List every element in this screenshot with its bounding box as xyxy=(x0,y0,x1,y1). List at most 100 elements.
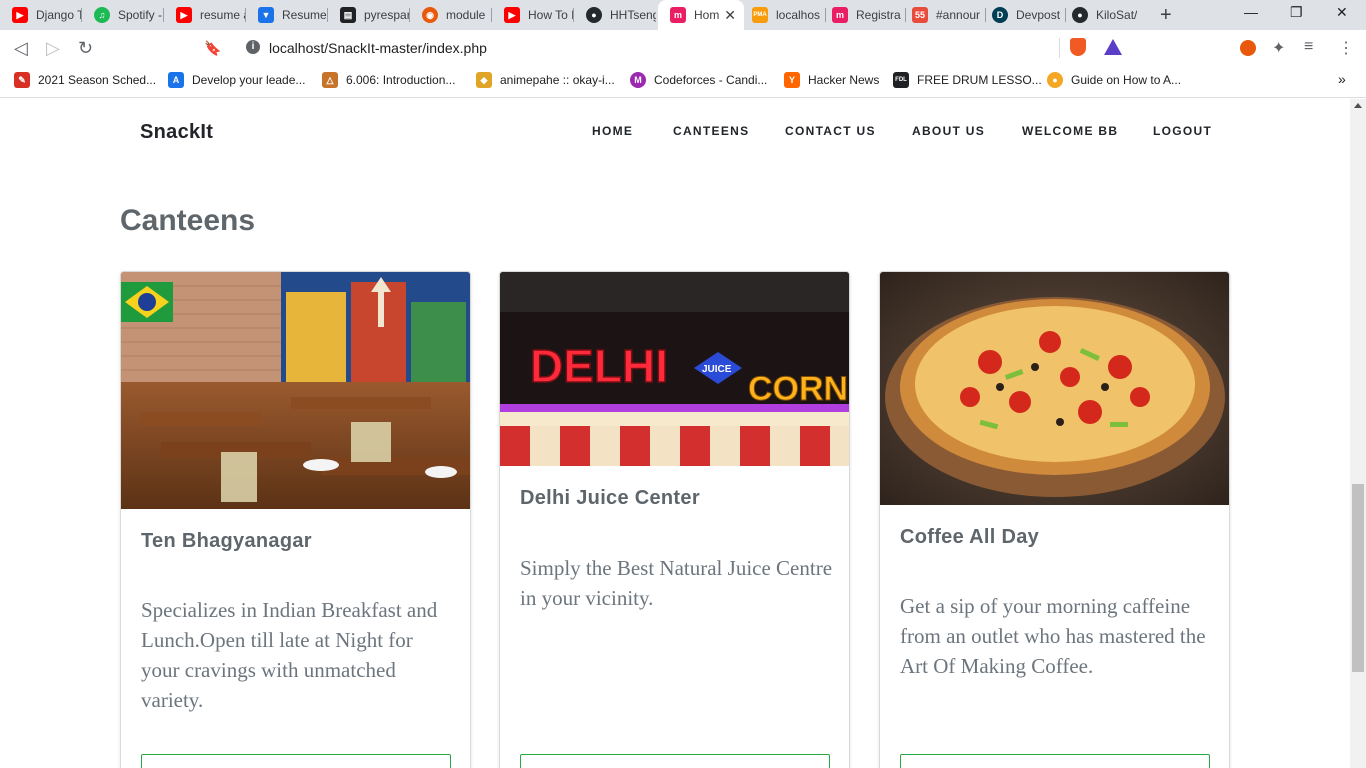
minimize-button[interactable]: — xyxy=(1244,4,1258,20)
extensions-icon[interactable]: ✦ xyxy=(1272,38,1285,58)
canteen-name: Delhi Juice Center xyxy=(520,487,700,509)
close-window-button[interactable]: ✕ xyxy=(1336,4,1348,21)
bookmark-favicon-icon: ✎ xyxy=(14,72,30,88)
page-scrollbar[interactable] xyxy=(1350,99,1366,768)
brave-rewards-icon[interactable] xyxy=(1104,39,1122,55)
url-text[interactable]: localhost/SnackIt-master/index.php xyxy=(269,40,487,56)
page-viewport: SnackIt HOME CANTEENS CONTACT US ABOUT U… xyxy=(0,99,1350,768)
browser-tab[interactable]: ▶ Django T xyxy=(0,0,82,30)
bookmark-item[interactable]: ● Guide on How to A... xyxy=(1047,72,1181,88)
youtube-icon: ▶ xyxy=(504,7,520,23)
canteen-name: Ten Bhagyanagar xyxy=(141,530,312,552)
bookmark-favicon-icon: Y xyxy=(784,72,800,88)
tab-title: Resume xyxy=(282,8,327,22)
site-navbar: SnackIt HOME CANTEENS CONTACT US ABOUT U… xyxy=(0,99,1350,163)
view-canteen-button[interactable] xyxy=(520,754,830,768)
bookmark-item[interactable]: ◆ animepahe :: okay-i... xyxy=(476,72,615,88)
bookmark-label: animepahe :: okay-i... xyxy=(500,73,615,87)
bookmark-icon[interactable]: 🔖 xyxy=(204,40,221,57)
tab-title: How To I xyxy=(528,8,574,22)
github-icon: ● xyxy=(586,7,602,23)
address-bar[interactable]: i localhost/SnackIt-master/index.php xyxy=(234,34,1132,62)
browser-tab[interactable]: m Registra xyxy=(826,0,906,30)
bookmark-item[interactable]: △ 6.006: Introduction... xyxy=(322,72,455,88)
browser-tab[interactable]: ● HHTseng xyxy=(574,0,656,30)
bookmarks-bar: ✎ 2021 Season Sched... A Develop your lead… xyxy=(0,66,1366,98)
maximize-button[interactable]: ❐ xyxy=(1290,4,1303,21)
browser-tab[interactable]: ▶ resume a xyxy=(164,0,246,30)
site-brand[interactable]: SnackIt xyxy=(140,121,213,144)
tab-title: module xyxy=(446,8,486,22)
bookmark-item[interactable]: ✎ 2021 Season Sched... xyxy=(14,72,156,88)
bookmark-item[interactable]: M Codeforces - Candi... xyxy=(630,72,767,88)
section-title: Canteens xyxy=(120,204,256,237)
canteen-description: Simply the Best Natural Juice Centre in … xyxy=(520,556,833,610)
browser-menu-icon[interactable]: ⋮ xyxy=(1338,38,1354,58)
bookmark-item[interactable]: FDL FREE DRUM LESSO... xyxy=(893,72,1042,88)
canteen-card: DELHI JUICE CORNER Delhi Juice Center Si… xyxy=(499,271,850,768)
resume-icon: ▼ xyxy=(258,7,274,23)
bookmark-item[interactable]: Y Hacker News xyxy=(784,72,879,88)
browser-tab[interactable]: 55 #annour xyxy=(906,0,986,30)
bookmarks-overflow-button[interactable]: » xyxy=(1338,71,1346,87)
bookmark-favicon-icon: A xyxy=(168,72,184,88)
browser-tab[interactable]: ♫ Spotify - xyxy=(82,0,164,30)
tab-title: pyrespar xyxy=(364,8,410,22)
browser-tab[interactable]: ▼ Resume xyxy=(246,0,328,30)
calendar-icon: 55 xyxy=(912,7,928,23)
tab-title: localhos xyxy=(776,8,821,22)
restaurant-interior-image xyxy=(121,272,470,509)
tab-title: Hom xyxy=(694,8,720,22)
bookmark-label: Codeforces - Candi... xyxy=(654,73,768,87)
sign-text-delhi: DELHI xyxy=(530,340,668,392)
media-controls-icon[interactable]: ≡ xyxy=(1304,38,1313,56)
brave-shields-icon[interactable] xyxy=(1070,38,1086,56)
youtube-icon: ▶ xyxy=(176,7,192,23)
close-tab-icon[interactable]: ✕ xyxy=(724,7,736,24)
scroll-up-arrow-icon[interactable] xyxy=(1354,103,1362,108)
browser-tab[interactable]: ◉ module xyxy=(410,0,492,30)
bookmark-label: Develop your leade... xyxy=(192,73,306,87)
browser-tab[interactable]: D Devpost xyxy=(986,0,1066,30)
nav-welcome-user[interactable]: WELCOME BB xyxy=(1022,124,1118,138)
bookmark-favicon-icon: M xyxy=(630,72,646,88)
nav-contact-us[interactable]: CONTACT US xyxy=(785,124,876,138)
browser-toolbar: ◁ ▷ ↻ 🔖 i localhost/SnackIt-master/index… xyxy=(0,30,1366,66)
browser-tab-active[interactable]: m Hom ✕ xyxy=(658,0,744,30)
bookmark-item[interactable]: A Develop your leade... xyxy=(168,72,305,88)
nav-canteens[interactable]: CANTEENS xyxy=(673,124,749,138)
site-info-icon[interactable]: i xyxy=(246,40,260,54)
view-canteen-button[interactable] xyxy=(900,754,1210,768)
view-canteen-button[interactable] xyxy=(141,754,451,768)
browser-tab[interactable]: PMA localhos xyxy=(746,0,826,30)
bookmark-label: 6.006: Introduction... xyxy=(346,73,456,87)
omnibox-divider xyxy=(1059,38,1060,58)
devpost-icon: D xyxy=(992,7,1008,23)
site-icon: m xyxy=(670,7,686,23)
site-icon: m xyxy=(832,7,848,23)
browser-tab[interactable]: ● KiloSat/ xyxy=(1066,0,1150,30)
new-tab-button[interactable]: + xyxy=(1160,4,1172,27)
duckduckgo-icon: ◉ xyxy=(422,7,438,23)
browser-tab[interactable]: ▶ How To I xyxy=(492,0,574,30)
nav-home[interactable]: HOME xyxy=(592,124,633,138)
tab-title: HHTseng xyxy=(610,8,656,22)
bookmark-favicon-icon: ● xyxy=(1047,72,1063,88)
back-button[interactable]: ◁ xyxy=(14,38,28,59)
tab-title: Registra xyxy=(856,8,901,22)
scrollbar-thumb[interactable] xyxy=(1352,484,1364,672)
canteen-card: Coffee All Day Get a sip of your morning… xyxy=(879,271,1230,768)
pizza-image xyxy=(880,272,1229,505)
github-icon: ● xyxy=(1072,7,1088,23)
nav-logout[interactable]: LOGOUT xyxy=(1153,124,1212,138)
sign-text-corner: CORNER xyxy=(748,370,850,408)
tab-title: Django T xyxy=(36,8,82,22)
browser-tab[interactable]: ▤ pyrespar xyxy=(328,0,410,30)
forward-button[interactable]: ▷ xyxy=(46,38,60,59)
reload-button[interactable]: ↻ xyxy=(78,38,93,59)
bookmark-label: 2021 Season Sched... xyxy=(38,73,157,87)
phpmyadmin-icon: PMA xyxy=(752,7,768,23)
canteen-name: Coffee All Day xyxy=(900,526,1040,548)
nav-about-us[interactable]: ABOUT US xyxy=(912,124,985,138)
duckduckgo-extension-icon[interactable] xyxy=(1240,40,1256,56)
